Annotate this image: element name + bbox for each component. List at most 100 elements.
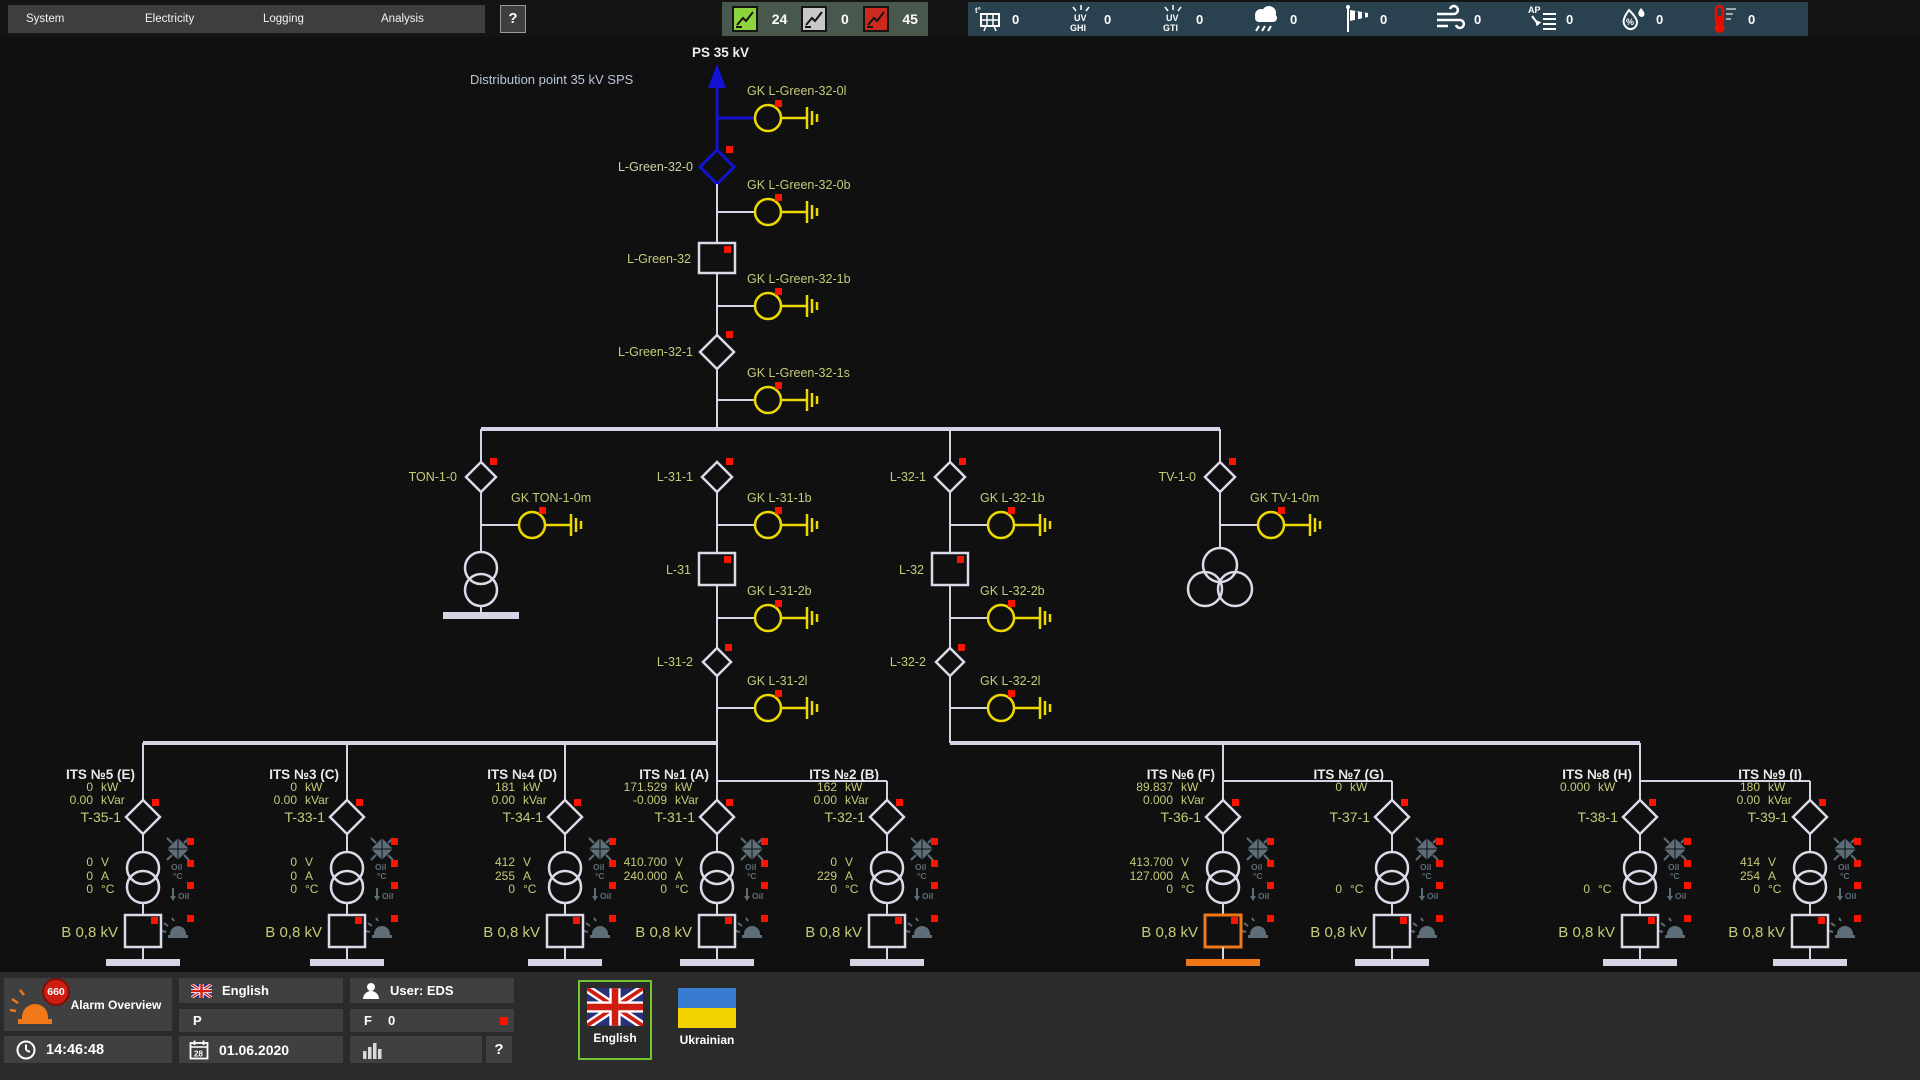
transformer-label: T-31-1: [655, 809, 696, 825]
svg-text:kVar: kVar: [305, 793, 329, 807]
svg-text:A: A: [305, 869, 313, 883]
disconnector-l-green-32-0[interactable]: [700, 150, 734, 184]
svg-text:AP: AP: [1528, 5, 1541, 15]
gk-label: GK L-31-2l: [747, 674, 807, 688]
switch-label: L-31: [666, 563, 691, 577]
its-station: ITS №2 (B) 162 kW 0.00 kVar T-32-1 0 V 2…: [805, 767, 938, 966]
transformer-label: T-39-1: [1748, 809, 1789, 825]
comm-status-group[interactable]: 24 0 45: [722, 2, 928, 36]
svg-text:410.700: 410.700: [624, 855, 668, 869]
svg-text:0: 0: [1166, 882, 1173, 896]
svg-text:0.00: 0.00: [1737, 793, 1761, 807]
feeder-arrow: [708, 64, 726, 88]
earthing-switch-gk-ton-1-0m[interactable]: [481, 507, 581, 538]
svg-text:254: 254: [1740, 869, 1760, 883]
wind-speed-icon: [1434, 4, 1466, 34]
svg-text:180: 180: [1740, 780, 1760, 794]
its-station: ITS №3 (C) 0 kW 0.00 kVar T-33-1 0 V 0 A…: [265, 767, 398, 966]
earthing-switch-gk-l-green-32-0l[interactable]: [755, 100, 817, 131]
alarm-dot: [726, 458, 733, 465]
menu-item-logging[interactable]: Logging: [263, 5, 304, 33]
disconnector-l-31-1[interactable]: [702, 462, 732, 492]
disconnector-l-green-32-1[interactable]: [700, 335, 734, 369]
date-display: 28 01.06.2020: [179, 1036, 343, 1063]
language-tile[interactable]: English: [179, 978, 343, 1003]
svg-text:kW: kW: [1350, 780, 1368, 794]
gk-label: GK L-31-2b: [747, 584, 812, 598]
alarm-overview-label: Alarm Overview: [66, 978, 166, 1031]
earthing-switch-gk-tv-1-0m[interactable]: [1220, 507, 1320, 538]
disconnector-ton-1-0[interactable]: [466, 462, 496, 492]
earthing-switch-gk-l-32-1b[interactable]: [950, 507, 1050, 538]
disconnector-l-32-2[interactable]: [936, 648, 964, 676]
v-value: 0: [86, 855, 93, 869]
svg-text:0: 0: [660, 882, 667, 896]
earthing-switch-gk-l-32-2l[interactable]: [950, 690, 1050, 721]
kw-value: 0: [86, 780, 93, 794]
alarm-dot: [957, 556, 964, 563]
earthing-switch-gk-l-green-32-1b[interactable]: [717, 288, 817, 319]
svg-text:kW: kW: [1768, 780, 1786, 794]
svg-text:229: 229: [817, 869, 837, 883]
svg-text:kVar: kVar: [675, 793, 699, 807]
user-label: User: EDS: [390, 983, 454, 998]
svg-text:0.000: 0.000: [1143, 793, 1173, 807]
lv-busbar: [1773, 959, 1847, 966]
svg-text:171.529: 171.529: [624, 780, 668, 794]
earthing-switch-gk-l-31-2l[interactable]: [717, 690, 817, 721]
svg-text:A: A: [845, 869, 853, 883]
irradiance-gti-icon: UV GTI: [1158, 4, 1188, 34]
ground-bar: [443, 612, 519, 619]
earthing-switch-gk-l-32-2b[interactable]: [950, 600, 1050, 631]
kvar-value: 0.00: [70, 793, 94, 807]
svg-text:°C: °C: [1598, 882, 1612, 896]
lv-label: B 0,8 kV: [483, 924, 540, 941]
lv-busbar: [106, 959, 180, 966]
humidity-readout: % 0: [1618, 4, 1710, 34]
earthing-switch-gk-l-31-1b[interactable]: [717, 507, 817, 538]
alarm-dot: [724, 246, 731, 253]
language-ukrainian-button[interactable]: Ukrainian: [668, 980, 746, 1060]
transformer-label: T-35-1: [81, 809, 122, 825]
earthing-switch-gk-l-31-2b[interactable]: [717, 600, 817, 631]
gk-label: GK TV-1-0m: [1250, 491, 1319, 505]
p-button[interactable]: P: [179, 1009, 343, 1032]
temperature-icon: [1710, 4, 1740, 34]
earthing-switch-gk-l-green-32-0b[interactable]: [717, 194, 817, 225]
alarm-dot: [1229, 458, 1236, 465]
windsock-icon: [1342, 4, 1372, 34]
menu-item-electricity[interactable]: Electricity: [145, 5, 194, 33]
user-tile[interactable]: User: EDS: [350, 978, 514, 1003]
menu-item-system[interactable]: System: [26, 5, 64, 33]
help-button[interactable]: ?: [500, 5, 526, 33]
a-value: 0: [86, 869, 93, 883]
weather-station-group: t° 0 UV GHI 0: [968, 2, 1808, 36]
svg-text:0: 0: [1753, 882, 1760, 896]
earthing-switch-gk-l-green-32-1s[interactable]: [717, 382, 817, 413]
menu-item-analysis[interactable]: Analysis: [381, 5, 424, 33]
lv-busbar: [1603, 959, 1677, 966]
svg-text:0: 0: [290, 869, 297, 883]
svg-text:°C: °C: [675, 882, 689, 896]
help-button-bottom[interactable]: ?: [486, 1036, 512, 1063]
switch-label: L-Green-32: [627, 252, 691, 266]
switch-label: TV-1-0: [1158, 470, 1196, 484]
language-english-button[interactable]: English: [578, 980, 652, 1060]
calendar-icon: 28: [189, 1040, 209, 1060]
disconnector-tv-1-0[interactable]: [1205, 462, 1235, 492]
alarm-overview-button[interactable]: 660 Alarm Overview: [4, 978, 172, 1031]
f-tile[interactable]: F 0: [350, 1009, 514, 1032]
gk-label: GK L-32-2b: [980, 584, 1045, 598]
svg-text:0: 0: [830, 855, 837, 869]
disconnector-l-32-1[interactable]: [935, 462, 965, 492]
chart-button[interactable]: [350, 1036, 482, 1063]
svg-text:UV: UV: [1166, 13, 1179, 23]
kvar-unit: kVar: [101, 793, 125, 807]
ua-flag-icon: [678, 988, 736, 1028]
disconnector-l-31-2[interactable]: [703, 648, 731, 676]
svg-text:kVar: kVar: [1768, 793, 1792, 807]
svg-text:127.000: 127.000: [1130, 869, 1174, 883]
bottom-bar: 660 Alarm Overview 14:46:48 English P 28: [0, 972, 1920, 1080]
wind-speed-readout: 0: [1434, 4, 1526, 34]
svg-text:V: V: [1181, 855, 1189, 869]
